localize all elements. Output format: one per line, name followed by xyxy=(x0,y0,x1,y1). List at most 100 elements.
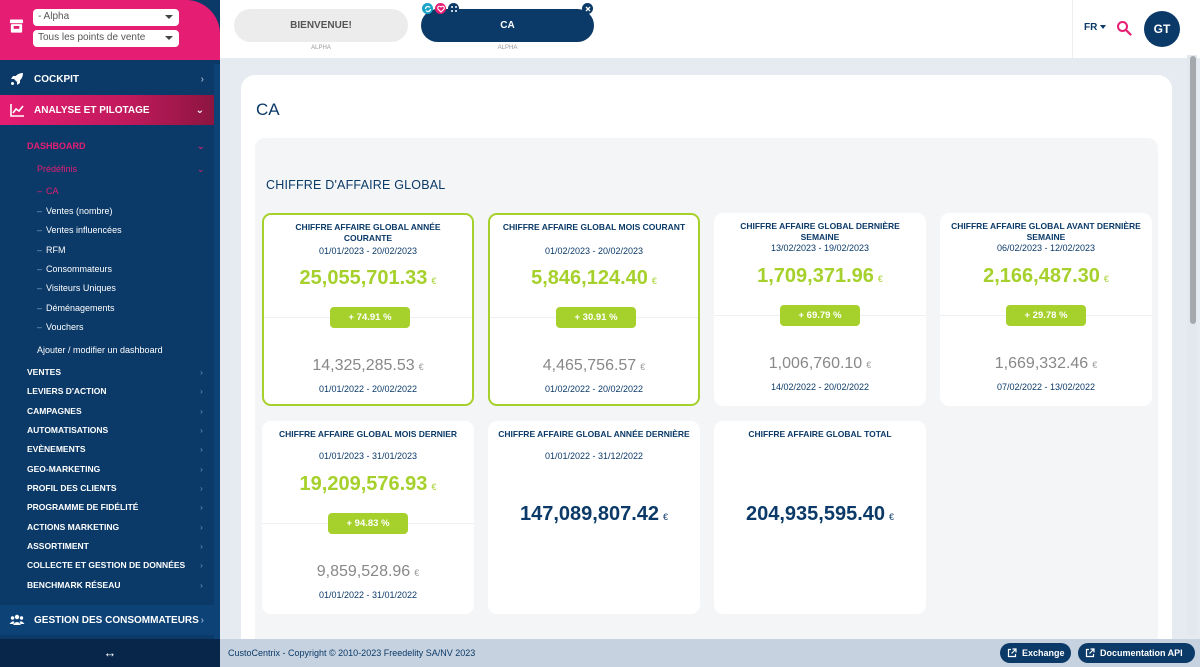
rocket-icon xyxy=(11,73,23,85)
kpi-card-derniere-semaine[interactable]: CHIFFRE AFFAIRE GLOBAL DERNIÈRE SEMAINE … xyxy=(714,213,926,406)
dashboard-item-demenagements[interactable]: – Déménagements xyxy=(37,303,115,313)
dashboard-item-rfm[interactable]: – RFM xyxy=(37,245,66,255)
chevron-down-icon: ⌄ xyxy=(197,164,205,174)
chevron-down-icon xyxy=(165,36,173,40)
kpi-previous-period: 14/02/2022 - 20/02/2022 xyxy=(770,382,870,392)
chevron-right-icon: › xyxy=(200,367,203,377)
store-select[interactable]: Tous les points de vente xyxy=(33,30,179,47)
nav-item-cockpit[interactable]: COCKPIT › xyxy=(0,64,214,94)
dashboard-item-ca[interactable]: – CA xyxy=(37,186,59,196)
kpi-title: CHIFFRE AFFAIRE GLOBAL AVANT DERNIÈRE SE… xyxy=(951,221,1141,242)
chevron-down-icon: ⌄ xyxy=(195,104,204,116)
chevron-right-icon: › xyxy=(200,541,203,551)
chevron-right-icon: › xyxy=(200,444,203,454)
kpi-period: 01/01/2023 - 31/01/2023 xyxy=(318,451,418,461)
kpi-value: 5,846,124.40 € xyxy=(531,267,657,289)
nav-section-actions-marketing[interactable]: ACTIONS MARKETING › xyxy=(27,522,214,532)
refresh-icon[interactable] xyxy=(422,3,433,14)
nav-section-collecte[interactable]: COLLECTE ET GESTION DE DONNÉES › xyxy=(27,560,214,570)
dashboard-item-vouchers[interactable]: – Vouchers xyxy=(37,322,84,332)
main-scrollbar-thumb[interactable] xyxy=(1190,56,1196,324)
dashboard-item-consommateurs[interactable]: – Consommateurs xyxy=(37,264,112,274)
heart-icon[interactable] xyxy=(435,3,446,14)
brand-select[interactable]: - Alpha xyxy=(33,9,179,26)
external-link-icon xyxy=(1085,648,1095,658)
divider xyxy=(1072,0,1073,58)
kpi-card-avant-derniere-semaine[interactable]: CHIFFRE AFFAIRE GLOBAL AVANT DERNIÈRE SE… xyxy=(940,213,1152,406)
tab-subtitle: ALPHA xyxy=(311,45,331,51)
sidebar-header: - Alpha Tous les points de vente xyxy=(0,0,220,60)
sidebar-scrollbar[interactable] xyxy=(214,64,220,639)
nav-section-profil-clients[interactable]: PROFIL DES CLIENTS › xyxy=(27,483,214,493)
kpi-change-badge: + 94.83 % xyxy=(328,513,408,534)
kpi-title: CHIFFRE AFFAIRE GLOBAL ANNÉE COURANTE xyxy=(295,222,441,243)
kpi-value: 147,089,807.42 € xyxy=(519,503,669,525)
close-tab-icon[interactable] xyxy=(582,3,593,14)
chevron-right-icon: › xyxy=(200,502,203,512)
chevron-right-icon: › xyxy=(200,425,203,435)
kpi-title: CHIFFRE AFFAIRE GLOBAL TOTAL xyxy=(748,429,892,439)
kpi-previous-value: 1,006,760.10 € xyxy=(768,355,872,372)
tab-bienvenue[interactable]: BIENVENUE! xyxy=(234,9,408,42)
kpi-period: 06/02/2023 - 12/02/2023 xyxy=(996,243,1096,253)
page-title: CA xyxy=(256,100,280,119)
chevron-right-icon: › xyxy=(200,580,203,590)
kpi-change-badge: + 29.78 % xyxy=(1006,305,1086,326)
nav-section-assortiment[interactable]: ASSORTIMENT › xyxy=(27,541,214,551)
kpi-card-total[interactable]: CHIFFRE AFFAIRE GLOBAL TOTAL 204,935,595… xyxy=(714,421,926,614)
nav-section-leviers[interactable]: LEVIERS D'ACTION › xyxy=(27,386,214,396)
kpi-value: 204,935,595.40 € xyxy=(745,503,895,525)
kpi-card-mois-courant[interactable]: CHIFFRE AFFAIRE GLOBAL MOIS COURANT 01/0… xyxy=(488,213,700,406)
nav-section-automatisations[interactable]: AUTOMATISATIONS › xyxy=(27,425,214,435)
kpi-card-annee-derniere[interactable]: CHIFFRE AFFAIRE GLOBAL ANNÉE DERNIÈRE 01… xyxy=(488,421,700,614)
add-dashboard-link[interactable]: Ajouter / modifier un dashboard xyxy=(37,345,163,355)
kpi-previous-value: 1,669,332.46 € xyxy=(994,355,1098,372)
kpi-title: CHIFFRE AFFAIRE GLOBAL MOIS COURANT xyxy=(502,222,686,232)
nav-predefinis[interactable]: Prédéfinis ⌄ xyxy=(37,164,205,174)
documentation-api-button[interactable]: Documentation API xyxy=(1078,643,1195,663)
chevron-right-icon: › xyxy=(200,614,204,626)
dashboard-item-visiteurs-uniques[interactable]: – Visiteurs Uniques xyxy=(37,283,116,293)
kpi-value: 19,209,576.93 € xyxy=(299,473,437,495)
kpi-change-badge: + 69.79 % xyxy=(780,305,860,326)
kpi-previous-value: 4,465,756.57 € xyxy=(542,357,646,374)
chart-line-icon xyxy=(10,104,24,117)
chevron-right-icon: › xyxy=(200,386,203,396)
top-bar: BIENVENUE! ALPHA CA ALPHA xyxy=(220,0,1200,58)
nav-dashboard[interactable]: DASHBOARD ⌄ xyxy=(27,141,205,151)
dashboard-item-ventes-influencees[interactable]: – Ventes influencées xyxy=(37,225,122,235)
kpi-change-badge: + 74.91 % xyxy=(330,307,410,328)
tab-ca[interactable]: CA xyxy=(421,9,594,42)
kpi-change-badge: + 30.91 % xyxy=(556,307,636,328)
kpi-value: 2,166,487.30 € xyxy=(983,265,1109,287)
move-icon[interactable] xyxy=(448,3,459,14)
kpi-value: 1,709,371.96 € xyxy=(757,265,883,287)
chevron-right-icon: › xyxy=(200,522,203,532)
kpi-card-annee-courante[interactable]: CHIFFRE AFFAIRE GLOBAL ANNÉE COURANTE 01… xyxy=(262,213,474,406)
exchange-button[interactable]: Exchange xyxy=(1000,643,1071,663)
nav-section-benchmark[interactable]: BENCHMARK RÉSEAU › xyxy=(27,580,214,590)
nav-item-analyse-pilotage[interactable]: ANALYSE ET PILOTAGE ⌄ xyxy=(0,95,214,125)
user-avatar[interactable]: GT xyxy=(1144,11,1180,47)
search-icon[interactable] xyxy=(1116,20,1132,36)
sidebar-collapse-button[interactable]: ↔ xyxy=(0,639,220,667)
section-title: CHIFFRE D'AFFAIRE GLOBAL xyxy=(266,178,446,192)
nav-section-ventes[interactable]: VENTES › xyxy=(27,367,214,377)
kpi-period: 13/02/2023 - 19/02/2023 xyxy=(770,243,870,253)
kpi-previous-period: 01/01/2022 - 31/01/2022 xyxy=(318,590,418,600)
nav-item-gestion-consommateurs[interactable]: GESTION DES CONSOMMATEURS › xyxy=(0,605,214,635)
kpi-period: 01/01/2023 - 20/02/2023 xyxy=(318,246,418,256)
nav-section-campagnes[interactable]: CAMPAGNES › xyxy=(27,406,214,416)
kpi-card-mois-dernier[interactable]: CHIFFRE AFFAIRE GLOBAL MOIS DERNIER 01/0… xyxy=(262,421,474,614)
kpi-title: CHIFFRE AFFAIRE GLOBAL DERNIÈRE SEMAINE xyxy=(740,221,900,242)
kpi-value: 25,055,701.33 € xyxy=(299,267,437,289)
dashboard-item-ventes-nombre[interactable]: – Ventes (nombre) xyxy=(37,206,113,216)
language-selector[interactable]: FR xyxy=(1084,22,1107,33)
nav-section-programme-fidelite[interactable]: PROGRAMME DE FIDÉLITÉ › xyxy=(27,502,214,512)
nav-section-geo-marketing[interactable]: GEO-MARKETING › xyxy=(27,464,214,474)
kpi-previous-value: 14,325,285.53 € xyxy=(312,357,424,374)
store-icon xyxy=(9,19,24,33)
chevron-right-icon: › xyxy=(200,73,204,85)
nav-section-evenements[interactable]: EVÈNEMENTS › xyxy=(27,444,214,454)
tab-subtitle: ALPHA xyxy=(497,45,518,51)
